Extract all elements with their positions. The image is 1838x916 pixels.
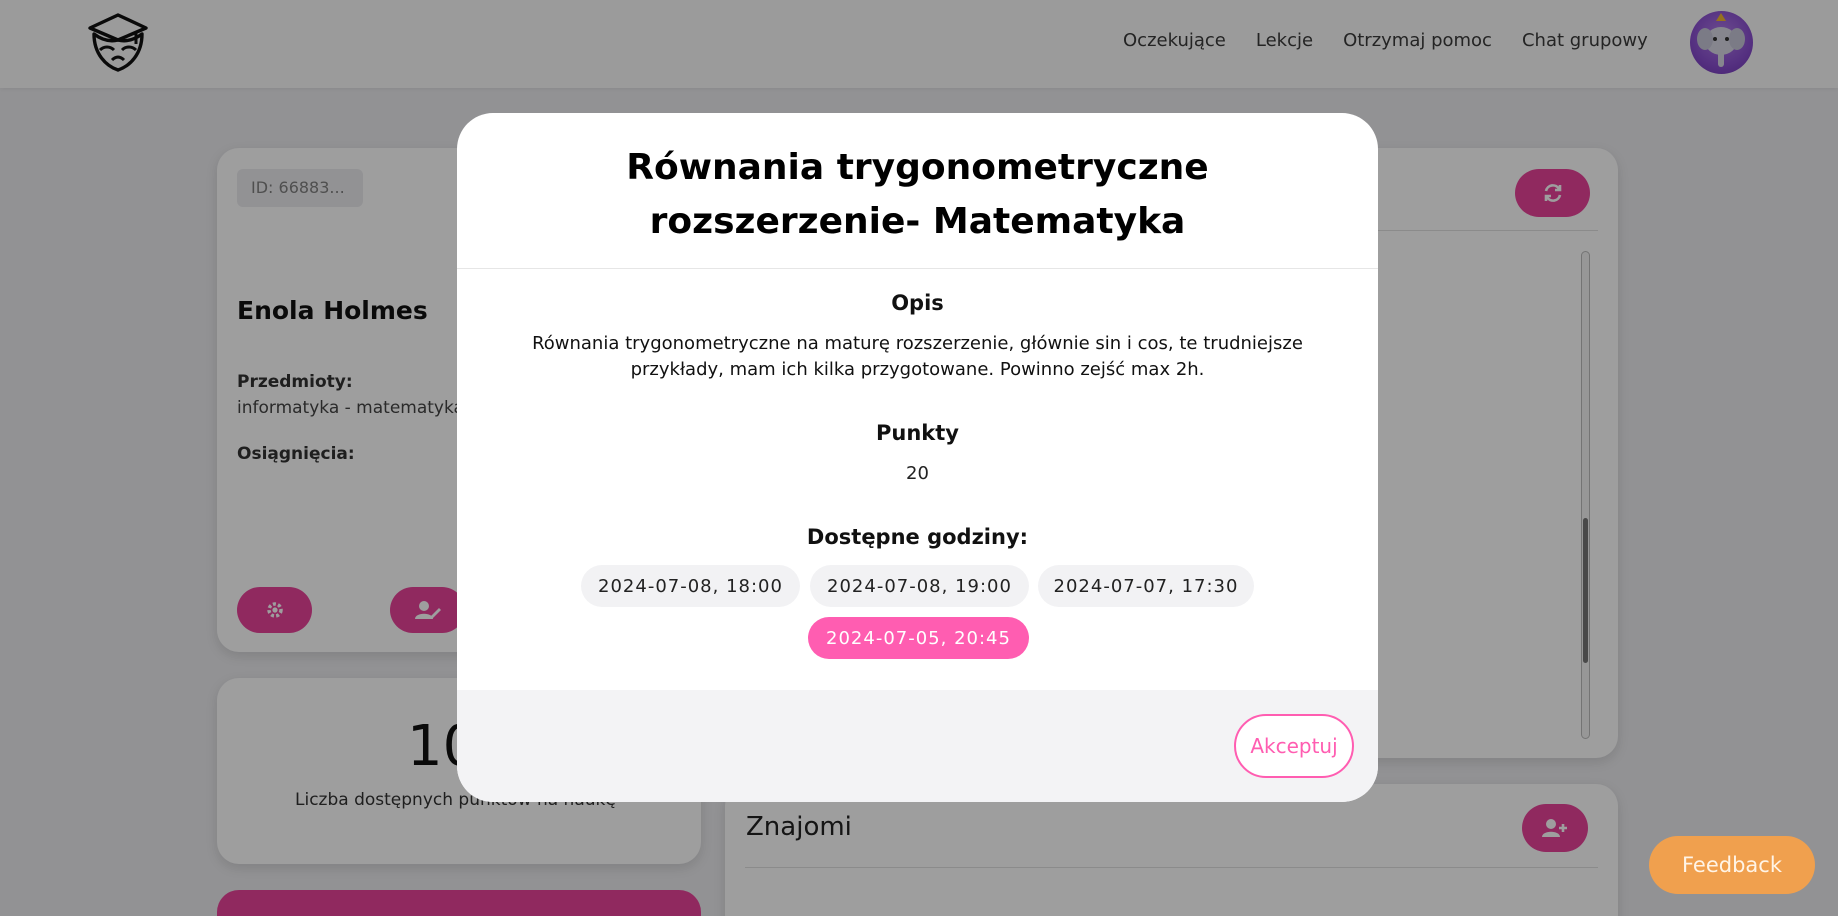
accept-button[interactable]: Akceptuj (1234, 714, 1354, 778)
lesson-details-modal: Równania trygonometryczne rozszerzenie- … (457, 113, 1378, 802)
modal-footer: Akceptuj (457, 690, 1378, 802)
points-heading: Punkty (876, 421, 959, 445)
time-slot[interactable]: 2024-07-07, 17:30 (1038, 565, 1254, 607)
lesson-description: Równania trygonometryczne na maturę rozs… (532, 333, 1303, 380)
time-slot[interactable]: 2024-07-08, 19:00 (810, 565, 1029, 607)
description-heading: Opis (891, 291, 944, 315)
feedback-button[interactable]: Feedback (1649, 836, 1815, 894)
modal-header-divider (457, 268, 1378, 269)
time-slot[interactable]: 2024-07-08, 18:00 (581, 565, 800, 607)
lesson-points-value: 20 (906, 463, 929, 484)
available-hours-heading: Dostępne godziny: (806, 525, 1029, 549)
modal-title: Równania trygonometryczne rozszerzenie- … (626, 147, 1209, 242)
time-slot-selected[interactable]: 2024-07-05, 20:45 (808, 617, 1029, 659)
